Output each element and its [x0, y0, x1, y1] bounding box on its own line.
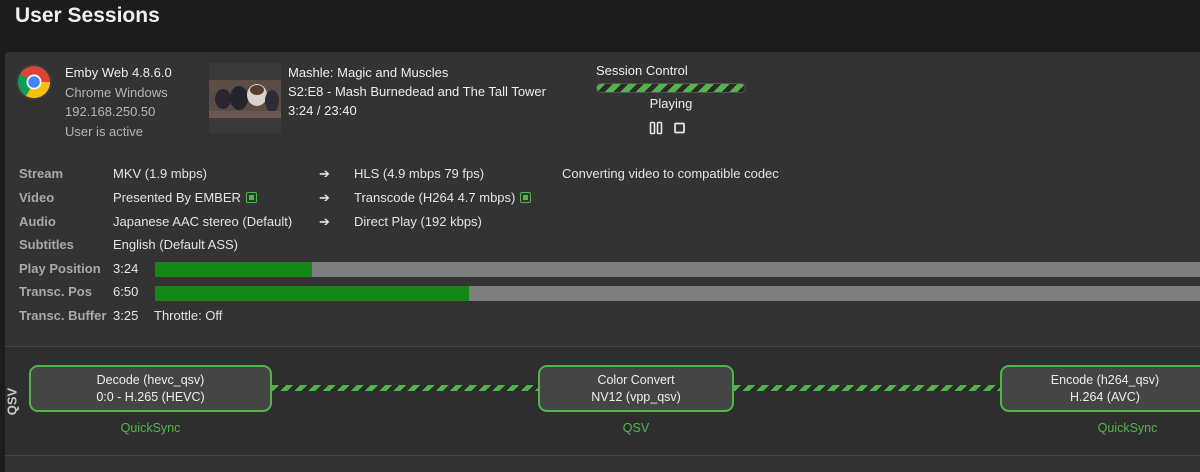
audio-label: Audio [19, 214, 56, 229]
hw-accel-label: QSV [4, 387, 20, 416]
arrow-icon: ➔ [319, 214, 330, 229]
encode-node[interactable]: Encode (h264_qsv) H.264 (AVC) [1000, 365, 1200, 412]
session-control: Session Control Playing [596, 63, 746, 111]
node-caption: QSV [622, 421, 650, 435]
page-title: User Sessions [15, 4, 160, 27]
node-caption: QuickSync [1097, 421, 1158, 435]
codec-info-icon[interactable] [245, 192, 257, 203]
control-buttons [649, 121, 687, 135]
playback-time: 3:24 / 23:40 [288, 103, 357, 118]
subtitles-source: English (Default ASS) [113, 237, 239, 252]
video-label: Video [19, 190, 55, 205]
stream-source: MKV (1.9 mbps) [113, 166, 207, 181]
transcode-reason: Converting video to compatible codec [562, 166, 779, 181]
node-detail: NV12 (vpp_qsv) [591, 390, 681, 404]
transc-pos-fill [155, 286, 469, 301]
node-caption: QuickSync [120, 421, 181, 435]
transc-buffer-value: 3:25 [113, 308, 139, 323]
arrow-icon: ➔ [319, 190, 330, 205]
episode-title[interactable]: S2:E8 - Mash Burnedead and The Tall Towe… [288, 82, 546, 101]
throttle-status: Throttle: Off [154, 308, 223, 323]
client-info: Emby Web 4.8.6.0 Chrome Windows 192.168.… [65, 63, 172, 141]
node-detail: H.264 (AVC) [1070, 390, 1140, 404]
audio-target: Direct Play (192 kbps) [354, 214, 482, 229]
stream-target: HLS (4.9 mbps 79 fps) [354, 166, 485, 181]
video-target: Transcode (H264 4.7 mbps) [354, 190, 516, 205]
transc-pos-value: 6:50 [113, 284, 139, 299]
arrow-icon: ➔ [319, 166, 330, 181]
play-position-fill [155, 262, 312, 277]
subtitles-label: Subtitles [19, 237, 74, 252]
transc-pos-label: Transc. Pos [19, 284, 92, 299]
client-ip: 192.168.250.50 [65, 104, 156, 119]
video-source: Presented By EMBER [113, 190, 241, 205]
series-title[interactable]: Mashle: Magic and Muscles [288, 63, 546, 82]
client-app: Emby Web 4.8.6.0 [65, 65, 172, 80]
color-convert-node[interactable]: Color Convert NV12 (vpp_qsv) [538, 365, 734, 412]
transc-buffer-label: Transc. Buffer [19, 308, 107, 323]
stop-icon[interactable] [673, 121, 687, 135]
codec-info-icon[interactable] [520, 192, 532, 203]
session-control-label: Session Control [596, 63, 688, 78]
pipeline-link [734, 385, 1001, 391]
play-position-bar[interactable] [155, 262, 1200, 277]
media-thumbnail[interactable] [209, 63, 281, 133]
client-device: Chrome Windows [65, 84, 168, 100]
pipeline-link [272, 385, 539, 391]
chrome-icon [16, 64, 52, 100]
session-activity-bar [596, 83, 746, 93]
play-position-label: Play Position [19, 261, 101, 276]
transc-pos-bar[interactable] [155, 286, 1200, 301]
pause-icon[interactable] [649, 121, 663, 135]
media-info: Mashle: Magic and Muscles S2:E8 - Mash B… [288, 63, 546, 120]
node-title: Decode (hevc_qsv) [96, 373, 205, 387]
node-detail: 0:0 - H.265 (HEVC) [96, 390, 205, 404]
client-status: User is active [65, 123, 144, 139]
stream-label: Stream [19, 166, 64, 181]
node-title: Color Convert [597, 373, 675, 387]
playback-state: Playing [649, 96, 693, 111]
decode-node[interactable]: Decode (hevc_qsv) 0:0 - H.265 (HEVC) [29, 365, 272, 412]
node-title: Encode (h264_qsv) [1050, 373, 1160, 387]
audio-source: Japanese AAC stereo (Default) [113, 214, 293, 229]
play-position-value: 3:24 [113, 261, 139, 276]
